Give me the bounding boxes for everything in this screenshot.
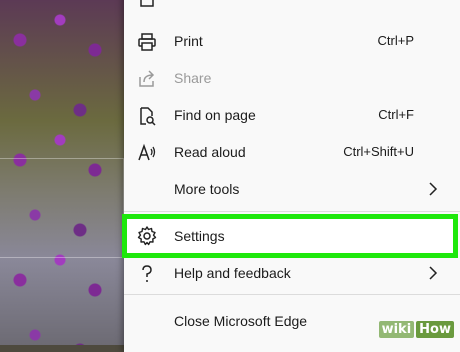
menu-item-more-tools[interactable]: More tools xyxy=(124,171,460,207)
menu-item-partial[interactable] xyxy=(124,0,460,18)
menu-item-find-on-page[interactable]: Find on page Ctrl+F xyxy=(124,97,460,133)
menu-item-label: Print xyxy=(174,33,203,49)
collections-icon xyxy=(136,0,158,12)
menu-item-label: Read aloud xyxy=(174,144,246,160)
menu-item-label: Share xyxy=(174,70,212,86)
chevron-right-icon xyxy=(426,182,440,196)
menu-item-read-aloud[interactable]: Read aloud Ctrl+Shift+U xyxy=(124,134,460,170)
edge-settings-menu: Print Ctrl+P Share Find on page Ctrl+F R… xyxy=(124,0,460,352)
printer-icon xyxy=(136,31,158,53)
menu-item-share[interactable]: Share xyxy=(124,60,460,96)
watermark-how: How xyxy=(416,320,454,338)
menu-divider xyxy=(124,294,460,295)
menu-item-shortcut: Ctrl+P xyxy=(377,33,414,48)
menu-item-shortcut: Ctrl+F xyxy=(378,107,414,122)
share-icon xyxy=(136,68,158,90)
menu-divider xyxy=(124,211,460,212)
gear-icon xyxy=(136,225,158,247)
page-content-frame xyxy=(0,158,124,258)
chevron-right-icon xyxy=(426,266,440,280)
menu-item-help-feedback[interactable]: Help and feedback xyxy=(124,255,460,291)
find-page-icon xyxy=(136,105,158,127)
read-aloud-icon xyxy=(136,142,158,164)
menu-item-label: Close Microsoft Edge xyxy=(174,313,308,329)
wikihow-watermark: wiki How xyxy=(378,319,454,339)
menu-item-label: Help and feedback xyxy=(174,265,291,281)
menu-item-label: More tools xyxy=(174,181,240,197)
menu-item-label: Find on page xyxy=(174,107,256,123)
menu-item-settings[interactable]: Settings xyxy=(122,214,458,258)
watermark-wiki: wiki xyxy=(378,320,415,338)
menu-item-print[interactable]: Print Ctrl+P xyxy=(124,23,460,59)
menu-item-shortcut: Ctrl+Shift+U xyxy=(343,144,414,159)
help-icon xyxy=(136,263,158,285)
menu-item-label: Settings xyxy=(174,228,225,244)
